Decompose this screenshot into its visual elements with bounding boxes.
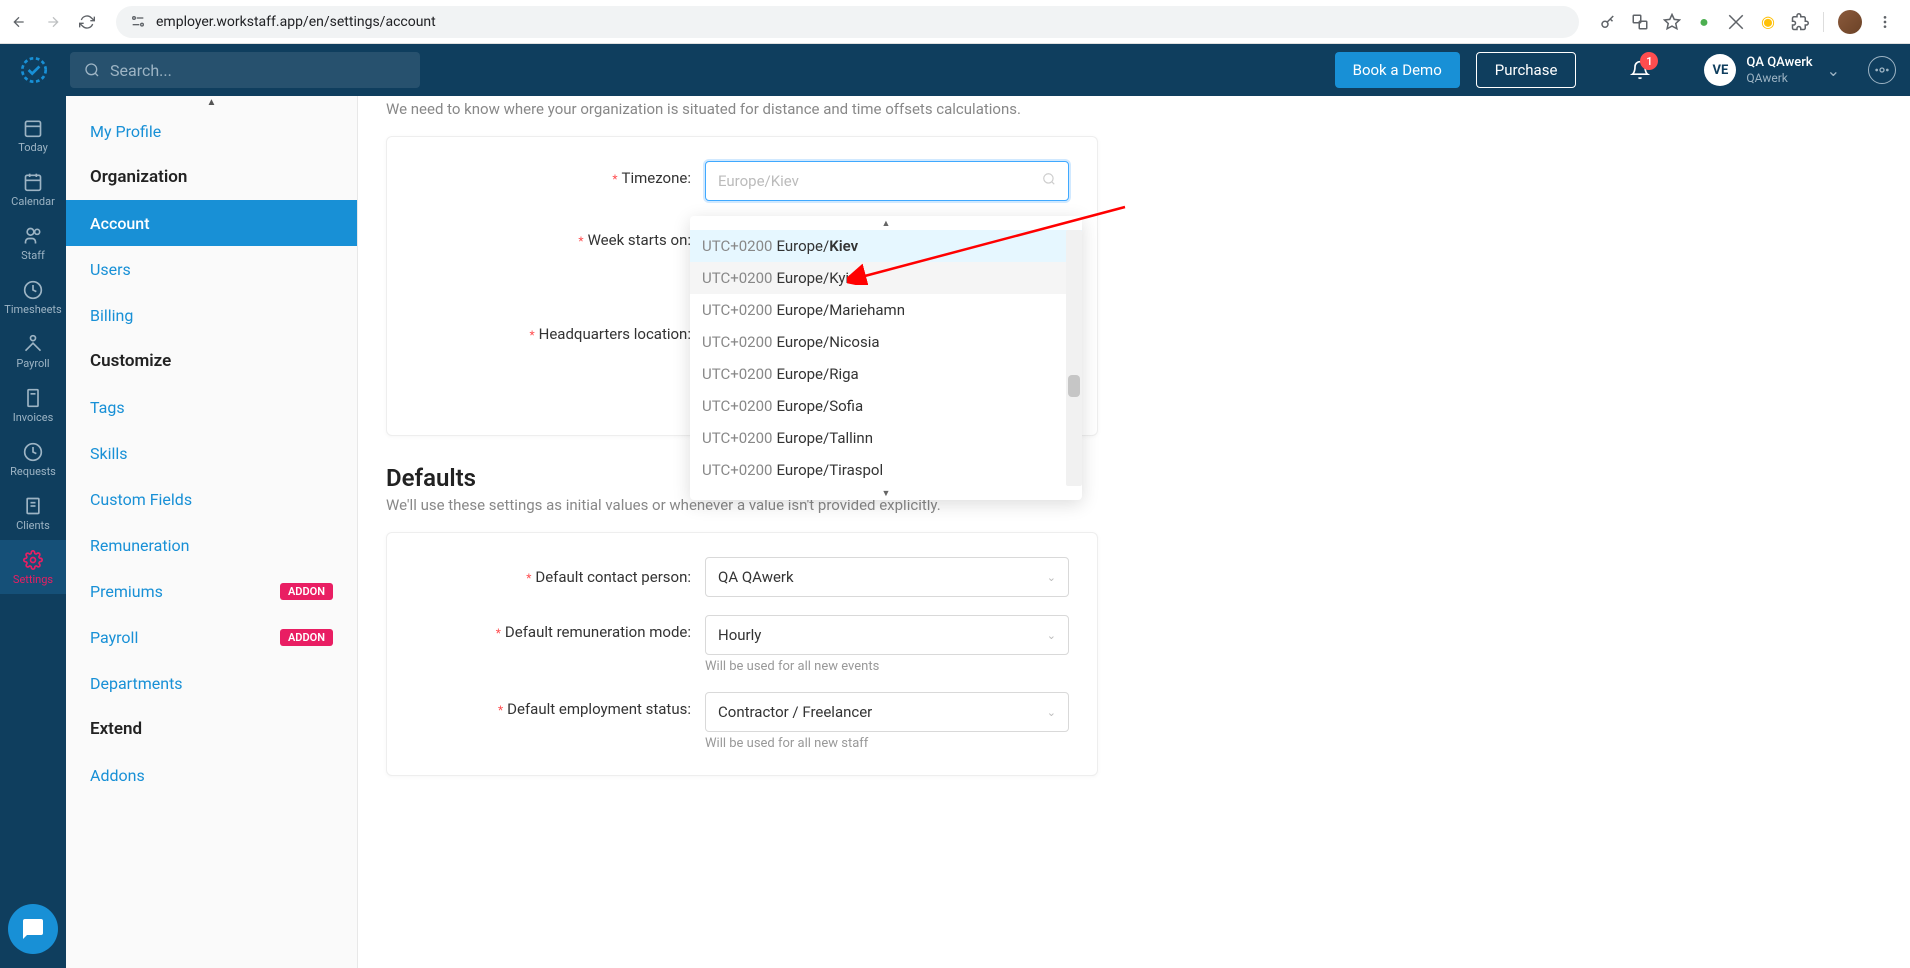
defaults-card: *Default contact person: QA QAwerk⌄ *Def…: [386, 532, 1098, 776]
rail-clients[interactable]: Clients: [0, 486, 66, 540]
sidebar-heading-organization: Organization: [66, 154, 357, 200]
sidebar-item-users[interactable]: Users: [66, 246, 357, 292]
dropdown-scroll-up[interactable]: ▲: [690, 216, 1082, 230]
rail-timesheets[interactable]: Timesheets: [0, 270, 66, 324]
user-name: QA QAwerk: [1746, 55, 1812, 71]
settings-sidebar: ▲ My Profile Organization Account Users …: [66, 96, 358, 968]
user-avatar: VE: [1704, 54, 1736, 86]
timezone-placeholder: Europe/Kiev: [718, 172, 799, 190]
rail-staff[interactable]: Staff: [0, 216, 66, 270]
ext2-icon[interactable]: [1727, 13, 1745, 31]
search-placeholder: Search...: [110, 61, 172, 80]
rail-settings[interactable]: Settings: [0, 540, 66, 594]
sidebar-item-tags[interactable]: Tags: [66, 384, 357, 430]
chat-button[interactable]: [8, 904, 58, 954]
forward-icon[interactable]: [44, 13, 62, 31]
sidebar-item-premiums[interactable]: PremiumsADDON: [66, 568, 357, 614]
dropdown-item[interactable]: UTC+0200 Europe/Kyiv: [690, 262, 1082, 294]
chevron-down-icon: ⌄: [1047, 571, 1056, 584]
sidebar-item-custom-fields[interactable]: Custom Fields: [66, 476, 357, 522]
hq-label: *Headquarters location:: [415, 325, 705, 343]
back-icon[interactable]: [10, 13, 28, 31]
extensions-icon[interactable]: [1791, 13, 1809, 31]
remuneration-hint: Will be used for all new events: [705, 659, 1069, 674]
remuneration-select[interactable]: Hourly⌄: [705, 615, 1069, 655]
browser-actions: ● ◉: [1599, 10, 1900, 34]
search-icon: [1042, 172, 1056, 190]
search-input[interactable]: Search...: [70, 52, 420, 88]
notification-badge: 1: [1640, 52, 1658, 70]
profile-avatar-icon[interactable]: [1838, 10, 1862, 34]
content-area: Time & Location We need to know where yo…: [358, 96, 1910, 968]
sidebar-item-billing[interactable]: Billing: [66, 292, 357, 338]
rail-today[interactable]: Today: [0, 108, 66, 162]
sidebar-heading-extend: Extend: [66, 706, 357, 752]
user-menu[interactable]: VE QA QAwerk QAwerk ⌄: [1704, 54, 1840, 86]
dropdown-item[interactable]: UTC+0200 Europe/Kiev: [690, 230, 1082, 262]
sidebar-item-my-profile[interactable]: My Profile: [66, 108, 357, 154]
search-icon: [84, 62, 100, 78]
employment-select[interactable]: Contractor / Freelancer⌄: [705, 692, 1069, 732]
employment-label: *Default employment status:: [415, 692, 705, 718]
purchase-button[interactable]: Purchase: [1476, 52, 1577, 88]
timezone-dropdown: ▲ UTC+0200 Europe/KievUTC+0200 Europe/Ky…: [690, 216, 1082, 500]
dropdown-item[interactable]: UTC+0200 Europe/Tiraspol: [690, 454, 1082, 486]
chevron-down-icon: ⌄: [1047, 706, 1056, 719]
url-bar[interactable]: employer.workstaff.app/en/settings/accou…: [116, 6, 1579, 38]
rail-calendar[interactable]: Calendar: [0, 162, 66, 216]
site-settings-icon[interactable]: [130, 14, 146, 30]
url-text: employer.workstaff.app/en/settings/accou…: [156, 14, 436, 30]
dropdown-item[interactable]: UTC+0200 Europe/Mariehamn: [690, 294, 1082, 326]
section-subtitle-time-location: We need to know where your organization …: [386, 100, 1884, 118]
scroll-up-arrow[interactable]: ▲: [66, 96, 357, 108]
sidebar-item-remuneration[interactable]: Remuneration: [66, 522, 357, 568]
rail-payroll[interactable]: Payroll: [0, 324, 66, 378]
sidebar-item-departments[interactable]: Departments: [66, 660, 357, 706]
ext3-icon[interactable]: ◉: [1759, 13, 1777, 31]
dropdown-scroll-down[interactable]: ▼: [690, 486, 1082, 500]
week-starts-label: *Week starts on:: [415, 231, 705, 249]
ext1-icon[interactable]: ●: [1695, 13, 1713, 31]
remuneration-label: *Default remuneration mode:: [415, 615, 705, 641]
addon-badge: ADDON: [280, 629, 333, 646]
key-icon[interactable]: [1599, 13, 1617, 31]
dropdown-item[interactable]: UTC+0200 Europe/Tallinn: [690, 422, 1082, 454]
notifications-button[interactable]: 1: [1628, 58, 1652, 82]
dropdown-scrollbar[interactable]: [1066, 230, 1082, 486]
dropdown-item[interactable]: UTC+0200 Europe/Nicosia: [690, 326, 1082, 358]
sidebar-item-skills[interactable]: Skills: [66, 430, 357, 476]
menu-icon[interactable]: [1876, 13, 1894, 31]
reload-icon[interactable]: [78, 13, 96, 31]
contact-label: *Default contact person:: [415, 568, 705, 586]
main-layout: Today Calendar Staff Timesheets Payroll …: [0, 96, 1910, 968]
dropdown-item[interactable]: UTC+0200 Europe/Riga: [690, 358, 1082, 390]
chevron-down-icon: ⌄: [1047, 629, 1056, 642]
sidebar-item-addons[interactable]: Addons: [66, 752, 357, 798]
translate-icon[interactable]: [1631, 13, 1649, 31]
sidebar-heading-customize: Customize: [66, 338, 357, 384]
user-org: QAwerk: [1746, 71, 1812, 85]
timezone-input[interactable]: Europe/Kiev: [705, 161, 1069, 201]
sidebar-item-payroll[interactable]: PayrollADDON: [66, 614, 357, 660]
icon-rail: Today Calendar Staff Timesheets Payroll …: [0, 96, 66, 968]
divider: [1823, 12, 1824, 32]
help-icon[interactable]: [1868, 56, 1896, 84]
book-demo-button[interactable]: Book a Demo: [1335, 52, 1460, 88]
section-subtitle-defaults: We'll use these settings as initial valu…: [386, 496, 1884, 514]
timezone-label: *Timezone:: [415, 161, 705, 187]
rail-invoices[interactable]: Invoices: [0, 378, 66, 432]
app-logo-icon[interactable]: [14, 50, 54, 90]
dropdown-item[interactable]: UTC+0200 Europe/Sofia: [690, 390, 1082, 422]
app-header: Search... Book a Demo Purchase 1 VE QA Q…: [0, 44, 1910, 96]
rail-requests[interactable]: Requests: [0, 432, 66, 486]
addon-badge: ADDON: [280, 583, 333, 600]
star-icon[interactable]: [1663, 13, 1681, 31]
dropdown-scroll-thumb[interactable]: [1068, 375, 1080, 397]
employment-hint: Will be used for all new staff: [705, 736, 1069, 751]
sidebar-item-account[interactable]: Account: [66, 200, 357, 246]
chevron-down-icon: ⌄: [1827, 61, 1840, 80]
browser-chrome-bar: employer.workstaff.app/en/settings/accou…: [0, 0, 1910, 44]
contact-select[interactable]: QA QAwerk⌄: [705, 557, 1069, 597]
section-title-defaults: Defaults: [386, 464, 1884, 492]
